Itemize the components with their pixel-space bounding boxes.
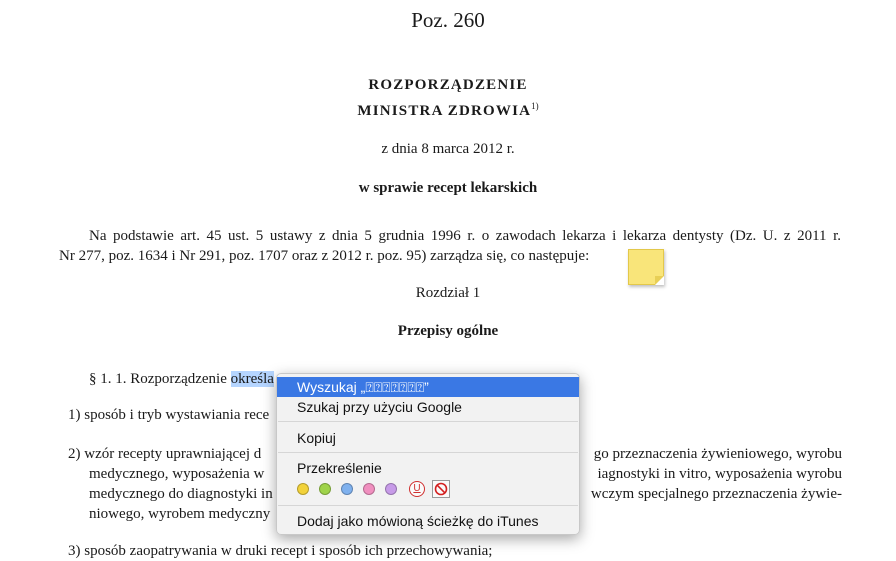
menu-item-search[interactable]: Wyszukaj „⍰⍰⍰⍰⍰⍰⍰” [277, 377, 579, 397]
menu-separator [278, 452, 578, 453]
selected-text[interactable]: określa [230, 371, 274, 387]
chapter-number: Rozdział 1 [415, 285, 481, 301]
position-label: Poz. 260 [411, 8, 485, 32]
menu-separator [278, 505, 578, 506]
menu-separator [278, 421, 578, 422]
list-item-2-line3-right: wczym specjalnego przeznaczenia żywie- [590, 486, 842, 502]
remove-highlight-icon[interactable] [432, 480, 450, 498]
subject-line: w sprawie recept lekarskich [358, 180, 538, 196]
list-item-2-line2-right: iagnostyki in vitro, wyposażenia wyrobu [597, 466, 842, 482]
sticky-note-icon[interactable] [628, 249, 664, 285]
menu-item-add-to-itunes[interactable]: Dodaj jako mówioną ścieżkę do iTunes [277, 511, 579, 531]
list-item-2-line1-right: go przeznaczenia żywieniowego, wyrobu [593, 446, 842, 462]
list-item-2-line1-left: 2) wzór recepty uprawniającej d [68, 446, 262, 462]
title-footnote: 1) [531, 101, 539, 111]
title-ministry: MINISTRA ZDROWIA [357, 103, 532, 119]
list-item-1: 1) sposób i tryb wystawiania rece [68, 407, 270, 423]
preamble-line1: Na podstawie art. 45 ust. 5 ustawy z dni… [89, 228, 841, 244]
menu-item-copy[interactable]: Kopiuj [277, 428, 579, 448]
list-item-2-line3-left: medycznego do diagnostyki in [89, 486, 273, 502]
context-menu: Wyszukaj „⍰⍰⍰⍰⍰⍰⍰” Szukaj przy użyciu Go… [276, 373, 580, 535]
highlight-yellow-icon[interactable] [297, 483, 309, 495]
highlight-green-icon[interactable] [319, 483, 331, 495]
highlight-blue-icon[interactable] [341, 483, 353, 495]
preamble-line2: Nr 277, poz. 1634 i Nr 291, poz. 1707 or… [59, 248, 590, 264]
paragraph-1-prefix: § 1. 1. Rozporządzenie [89, 371, 231, 387]
highlight-purple-icon[interactable] [385, 483, 397, 495]
no-sign-icon [434, 482, 448, 496]
menu-item-google-search[interactable]: Szukaj przy użyciu Google [277, 397, 579, 417]
chapter-title: Przepisy ogólne [397, 323, 499, 339]
list-item-3: 3) sposób zaopatrywania w druki recept i… [68, 543, 493, 559]
menu-item-strikethrough[interactable]: Przekreślenie [277, 458, 579, 478]
paragraph-1: § 1. 1. Rozporządzenie określa [89, 369, 274, 389]
date-line: z dnia 8 marca 2012 r. [381, 141, 515, 157]
list-item-2-line4-left: niowego, wyrobem medyczny [89, 506, 271, 522]
document-title-line2: MINISTRA ZDROWIA1) [0, 101, 896, 120]
underline-icon[interactable]: U [409, 481, 425, 497]
highlight-pink-icon[interactable] [363, 483, 375, 495]
document-title-line1: ROZPORZĄDZENIE [368, 77, 528, 93]
list-item-2-line2-left: medycznego, wyposażenia w [89, 466, 265, 482]
